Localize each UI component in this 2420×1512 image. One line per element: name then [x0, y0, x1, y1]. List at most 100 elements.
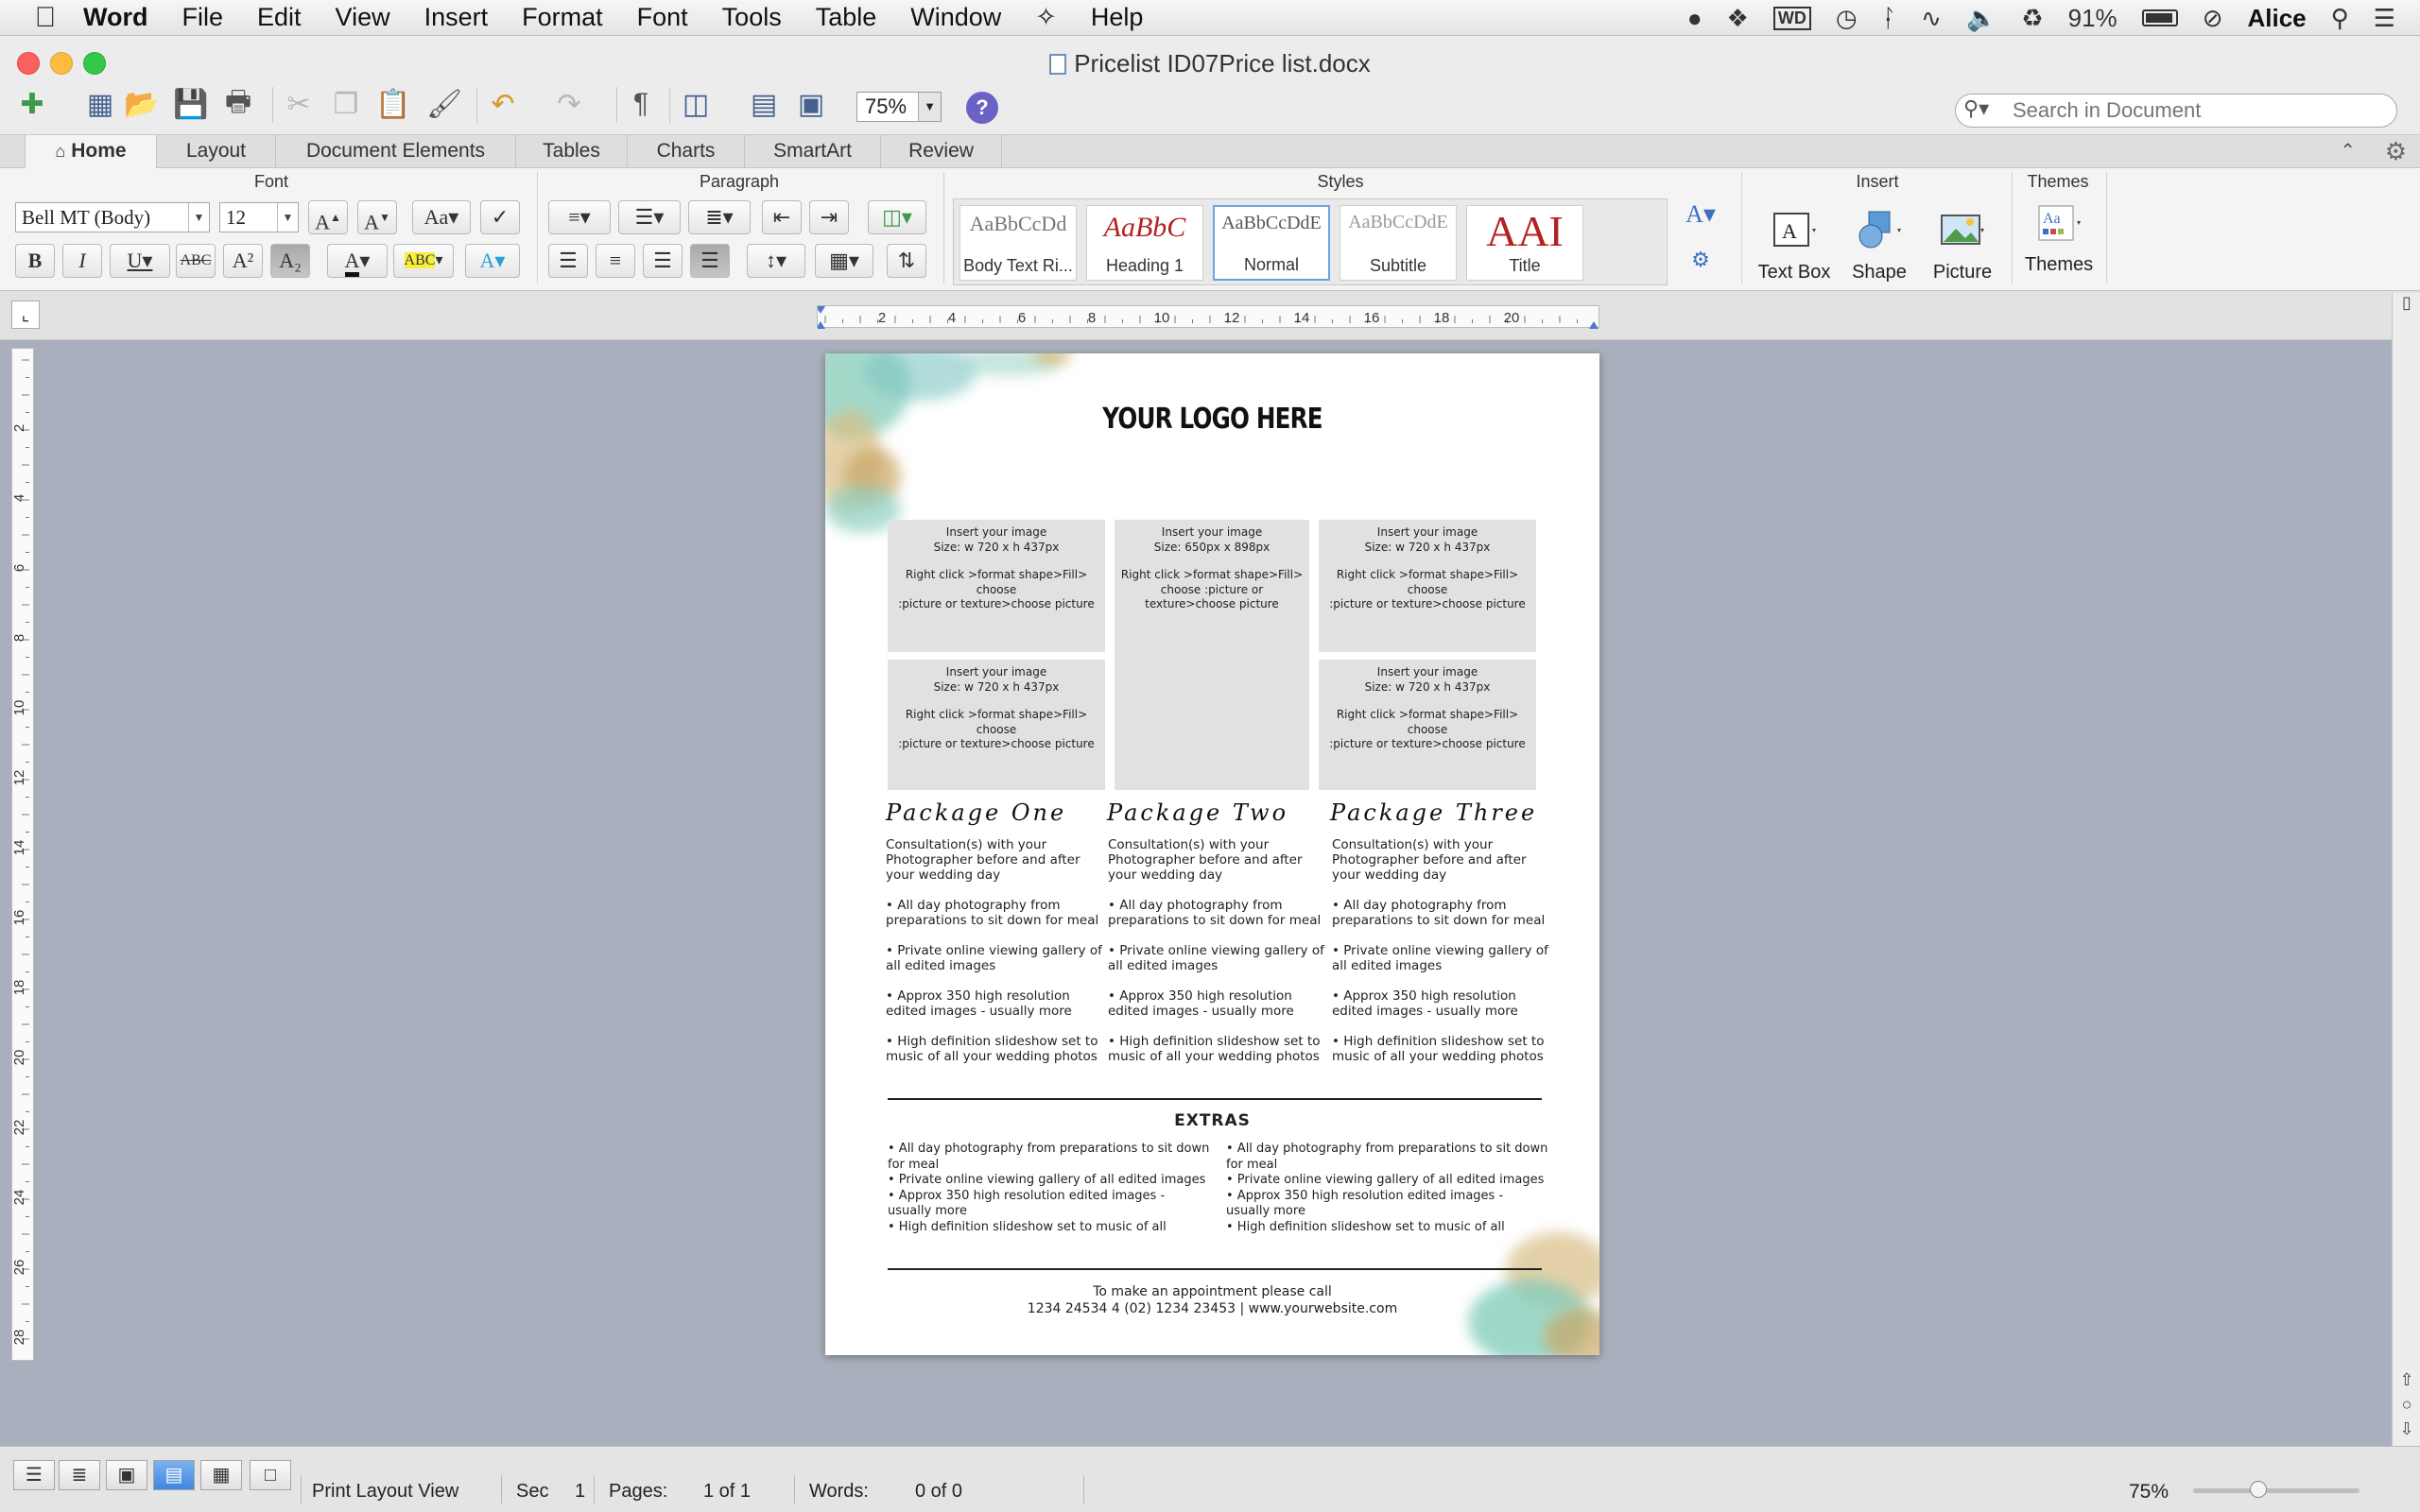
font-color-button[interactable]: A▾: [327, 244, 388, 278]
style-heading-1[interactable]: AaBbC Heading 1: [1086, 205, 1203, 281]
help-icon[interactable]: ?: [966, 92, 998, 124]
menu-table[interactable]: Table: [799, 3, 894, 32]
tab-stop-selector-icon[interactable]: ⌞: [11, 301, 40, 329]
columns-button[interactable]: ◫▾: [868, 200, 926, 234]
cut-icon[interactable]: ✂: [278, 83, 320, 125]
text-effects-button[interactable]: A▾: [465, 244, 520, 278]
multilevel-list-button[interactable]: ≣▾: [688, 200, 751, 234]
apple-menu-icon[interactable]: : [17, 2, 74, 34]
zoom-slider[interactable]: [2193, 1488, 2360, 1493]
sync-icon[interactable]: ♻: [2021, 4, 2043, 33]
image-placeholder[interactable]: Insert your image Size: w 720 x h 437px …: [1319, 660, 1536, 790]
justify-button[interactable]: ☰: [690, 244, 730, 278]
next-page-icon[interactable]: ⇩: [2397, 1419, 2416, 1439]
undo-icon[interactable]: ↶: [482, 83, 524, 125]
draft-view-icon[interactable]: ☰: [13, 1460, 55, 1490]
themes-button[interactable]: Aa Themes: [2012, 202, 2106, 280]
right-indent-marker[interactable]: [1589, 321, 1599, 329]
style-title[interactable]: AAI Title: [1466, 205, 1583, 281]
browse-object-icon[interactable]: ○: [2397, 1395, 2416, 1415]
align-left-button[interactable]: ☰: [548, 244, 588, 278]
battery-percentage[interactable]: 91%: [2068, 4, 2118, 33]
bold-button[interactable]: B: [15, 244, 55, 278]
evernote-icon[interactable]: ●: [1687, 4, 1703, 33]
bluetooth-icon[interactable]: ᛛ: [1882, 4, 1897, 33]
zoom-slider-thumb[interactable]: [2250, 1481, 2267, 1498]
paste-icon[interactable]: 📋: [372, 83, 414, 125]
insert-shape-button[interactable]: Shape: [1832, 210, 1927, 287]
manage-styles-icon[interactable]: A▾: [1675, 198, 1726, 232]
insert-text-box-button[interactable]: A Text Box: [1747, 210, 1841, 287]
dropbox-icon[interactable]: ❖: [1727, 4, 1749, 33]
search-icon[interactable]: ⚲▾: [1963, 96, 1989, 121]
image-placeholder[interactable]: Insert your image Size: w 720 x h 437px …: [888, 520, 1105, 652]
menu-edit[interactable]: Edit: [240, 3, 319, 32]
save-icon[interactable]: 💾: [170, 83, 212, 125]
align-right-button[interactable]: ☰: [643, 244, 683, 278]
notebook-layout-icon[interactable]: ▦: [200, 1460, 242, 1490]
strikethrough-button[interactable]: ABC: [176, 244, 216, 278]
spotlight-icon[interactable]: ⚲: [2331, 4, 2349, 33]
collapse-ribbon-icon[interactable]: ⌃: [2340, 139, 2356, 163]
insert-picture-button[interactable]: Picture: [1915, 210, 2010, 287]
menu-window[interactable]: Window: [893, 3, 1018, 32]
script-menu-icon[interactable]: ✧: [1018, 3, 1074, 32]
menu-view[interactable]: View: [319, 3, 407, 32]
line-spacing-button[interactable]: ↕▾: [747, 244, 805, 278]
align-center-button[interactable]: ≡: [596, 244, 635, 278]
menu-font[interactable]: Font: [620, 3, 705, 32]
numbering-button[interactable]: ☰▾: [618, 200, 681, 234]
volume-icon[interactable]: 🔈: [1966, 4, 1996, 33]
menu-insert[interactable]: Insert: [407, 3, 506, 32]
chevron-down-icon[interactable]: ▼: [188, 203, 209, 232]
style-subtitle[interactable]: AaBbCcDdE Subtitle: [1340, 205, 1457, 281]
image-placeholder[interactable]: Insert your image Size: w 720 x h 437px …: [888, 660, 1105, 790]
subscript-button[interactable]: A₂: [270, 244, 310, 278]
tab-document-elements[interactable]: Document Elements: [276, 135, 516, 169]
time-machine-icon[interactable]: ◷: [1836, 4, 1858, 33]
sort-button[interactable]: ⇅: [887, 244, 926, 278]
first-line-indent-marker[interactable]: [818, 306, 825, 314]
bullets-button[interactable]: ≡▾: [548, 200, 611, 234]
menu-file[interactable]: File: [165, 3, 241, 32]
sidebar-icon[interactable]: ▤: [743, 83, 785, 125]
menu-tools[interactable]: Tools: [705, 3, 799, 32]
shrink-font-icon[interactable]: A▼: [357, 200, 397, 234]
tab-home[interactable]: ⌂ Home: [25, 135, 157, 170]
show-formatting-icon[interactable]: ¶: [620, 83, 662, 125]
zoom-combo[interactable]: 75% ▼: [856, 92, 942, 122]
previous-page-icon[interactable]: ⇧: [2397, 1370, 2416, 1390]
search-input[interactable]: [2013, 98, 2381, 123]
horizontal-ruler[interactable]: 2 4 6 8 10 12 14 16 18 20: [817, 305, 1599, 329]
decrease-indent-button[interactable]: ⇤: [762, 200, 802, 234]
vertical-scrollbar[interactable]: ▯ ⇧ ○ ⇩: [2392, 293, 2420, 1451]
print-icon[interactable]: 🖶: [217, 83, 259, 125]
redo-icon[interactable]: ↷: [548, 83, 590, 125]
wd-drive-icon[interactable]: WD: [1772, 6, 1811, 30]
underline-button[interactable]: U▾: [110, 244, 170, 278]
style-normal[interactable]: AaBbCcDdE Normal: [1213, 205, 1330, 281]
chevron-down-icon[interactable]: ▼: [277, 203, 298, 232]
tab-layout[interactable]: Layout: [157, 135, 276, 169]
grow-font-icon[interactable]: A▲: [308, 200, 348, 234]
style-body-text[interactable]: AaBbCcDd Body Text Ri...: [959, 205, 1077, 281]
menu-help[interactable]: Help: [1074, 3, 1161, 32]
search-field[interactable]: ⚲▾: [1955, 94, 2397, 128]
open-icon[interactable]: 📂: [121, 83, 163, 125]
tab-review[interactable]: Review: [881, 135, 1002, 169]
tab-charts[interactable]: Charts: [628, 135, 745, 169]
chevron-down-icon[interactable]: ▼: [918, 93, 941, 121]
left-indent-marker[interactable]: [818, 321, 825, 329]
document-page[interactable]: YOUR LOGO HERE Insert your image Size: w…: [825, 353, 1599, 1355]
focus-view-icon[interactable]: □: [250, 1460, 291, 1490]
image-placeholder[interactable]: Insert your image Size: w 720 x h 437px …: [1319, 520, 1536, 652]
print-layout-view-icon[interactable]: ▤: [153, 1460, 195, 1490]
new-document-icon[interactable]: ✚: [11, 83, 53, 125]
notification-center-icon[interactable]: ☰: [2374, 4, 2395, 33]
format-painter-icon[interactable]: 🖌: [424, 83, 465, 125]
wifi-icon[interactable]: ∿: [1921, 4, 1942, 33]
font-name-combo[interactable]: Bell MT (Body) ▼: [15, 202, 210, 232]
change-case-icon[interactable]: Aa▾: [412, 200, 471, 234]
image-placeholder-tall[interactable]: Insert your image Size: 650px x 898px Ri…: [1115, 520, 1309, 790]
menu-format[interactable]: Format: [505, 3, 620, 32]
